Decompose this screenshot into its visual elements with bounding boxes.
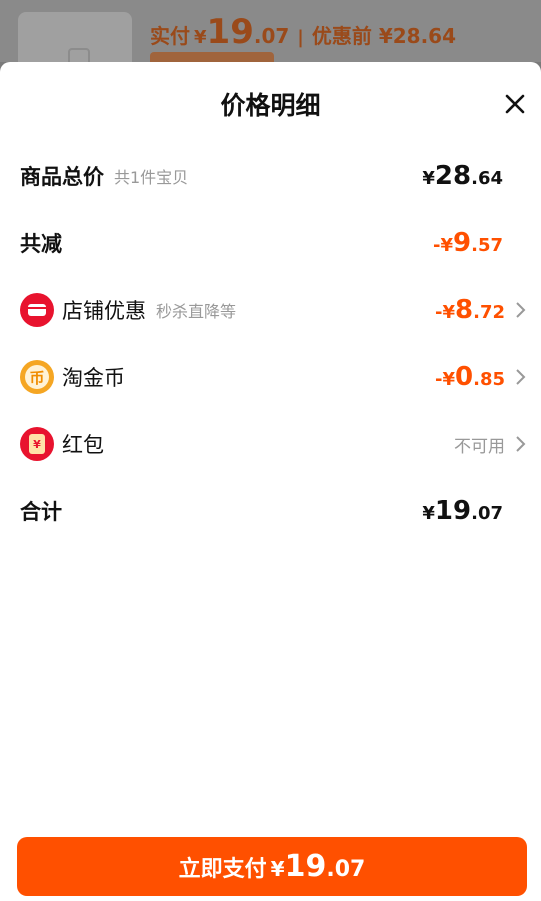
chevron-right-icon — [516, 302, 526, 318]
amount-dec: .72 — [473, 302, 505, 323]
price-separator: | — [297, 27, 304, 48]
row-goods-total: 商品总价 共1件宝贝 ¥28.64 — [20, 156, 527, 196]
currency-symbol: ¥ — [440, 235, 454, 256]
paid-label: 实付 — [150, 24, 190, 48]
chevron-right-icon — [516, 369, 526, 385]
amount-int: 28 — [434, 161, 472, 191]
currency-symbol: ¥ — [442, 369, 456, 390]
amount-int: 19 — [434, 496, 472, 526]
sum-label: 合计 — [20, 500, 62, 524]
row-sum: 合计 ¥19.07 — [20, 491, 527, 531]
amount-dec: .07 — [471, 503, 503, 524]
currency-symbol: ¥ — [422, 503, 435, 524]
currency-symbol: ¥ — [442, 302, 456, 323]
store-discount-amount: - ¥8.72 — [435, 295, 505, 325]
red-packet-label: 红包 — [62, 433, 104, 457]
amount-int: 8 — [455, 295, 474, 325]
reduction-label: 共减 — [20, 232, 62, 256]
amount-int: 9 — [453, 228, 472, 258]
close-icon[interactable] — [503, 92, 527, 116]
reduction-amount: - ¥9.57 — [433, 228, 503, 258]
sum-amount: ¥19.07 — [422, 496, 503, 526]
currency-symbol: ¥ — [270, 857, 285, 881]
row-total-reduction: 共减 - ¥9.57 — [20, 223, 527, 263]
store-discount-sub: 秒杀直降等 — [156, 302, 237, 321]
goods-count: 共1件宝贝 — [114, 168, 189, 187]
amount-int: 19 — [284, 849, 327, 884]
store-discount-label: 店铺优惠 — [62, 299, 146, 323]
minus-sign: - — [435, 369, 443, 390]
coins-label: 淘金币 — [62, 366, 125, 390]
amount-dec: .57 — [471, 235, 503, 256]
chevron-right-icon — [516, 436, 526, 452]
promo-tag — [150, 52, 274, 62]
pay-now-button[interactable]: 立即支付 ¥19.07 — [17, 837, 527, 896]
before-discount-price: 优惠前 ¥28.64 — [311, 24, 457, 48]
amount-int: 0 — [455, 362, 474, 392]
red-packet-status: 不可用 — [454, 436, 505, 457]
coins-amount: - ¥0.85 — [435, 362, 505, 392]
row-red-packet[interactable]: ¥ 红包 不可用 — [20, 424, 527, 464]
amount-dec: .07 — [326, 857, 366, 882]
row-taojinbi[interactable]: 币 淘金币 - ¥0.85 — [20, 357, 527, 397]
paid-currency: ¥ — [194, 27, 207, 48]
background-order-header: 实付 ¥19.07 | 优惠前 ¥28.64 — [0, 0, 541, 62]
coin-icon: 币 — [20, 360, 54, 394]
product-thumbnail — [18, 12, 132, 62]
sheet-title: 价格明细 — [220, 91, 321, 120]
paid-int: 19 — [206, 12, 254, 52]
row-store-discount[interactable]: 店铺优惠 秒杀直降等 - ¥8.72 — [20, 290, 527, 330]
goods-total-amount: ¥28.64 — [422, 161, 503, 191]
pay-now-label: 立即支付 — [178, 857, 267, 882]
background-price-line: 实付 ¥19.07 | 优惠前 ¥28.64 — [150, 12, 456, 52]
goods-total-label: 商品总价 — [20, 165, 104, 189]
red-packet-icon: ¥ — [20, 427, 54, 461]
minus-sign: - — [433, 235, 441, 256]
amount-dec: .85 — [473, 369, 505, 390]
amount-dec: .64 — [471, 168, 503, 189]
coin-glyph: 币 — [25, 365, 49, 389]
red-packet-glyph: ¥ — [29, 434, 45, 454]
bag-icon — [68, 48, 90, 62]
price-detail-sheet: 价格明细 商品总价 共1件宝贝 ¥28.64 共减 - ¥9.57 店铺优惠 秒杀… — [0, 62, 541, 901]
paid-dec: .07 — [253, 24, 290, 48]
currency-symbol: ¥ — [422, 168, 435, 189]
store-icon — [20, 293, 54, 327]
minus-sign: - — [435, 302, 443, 323]
